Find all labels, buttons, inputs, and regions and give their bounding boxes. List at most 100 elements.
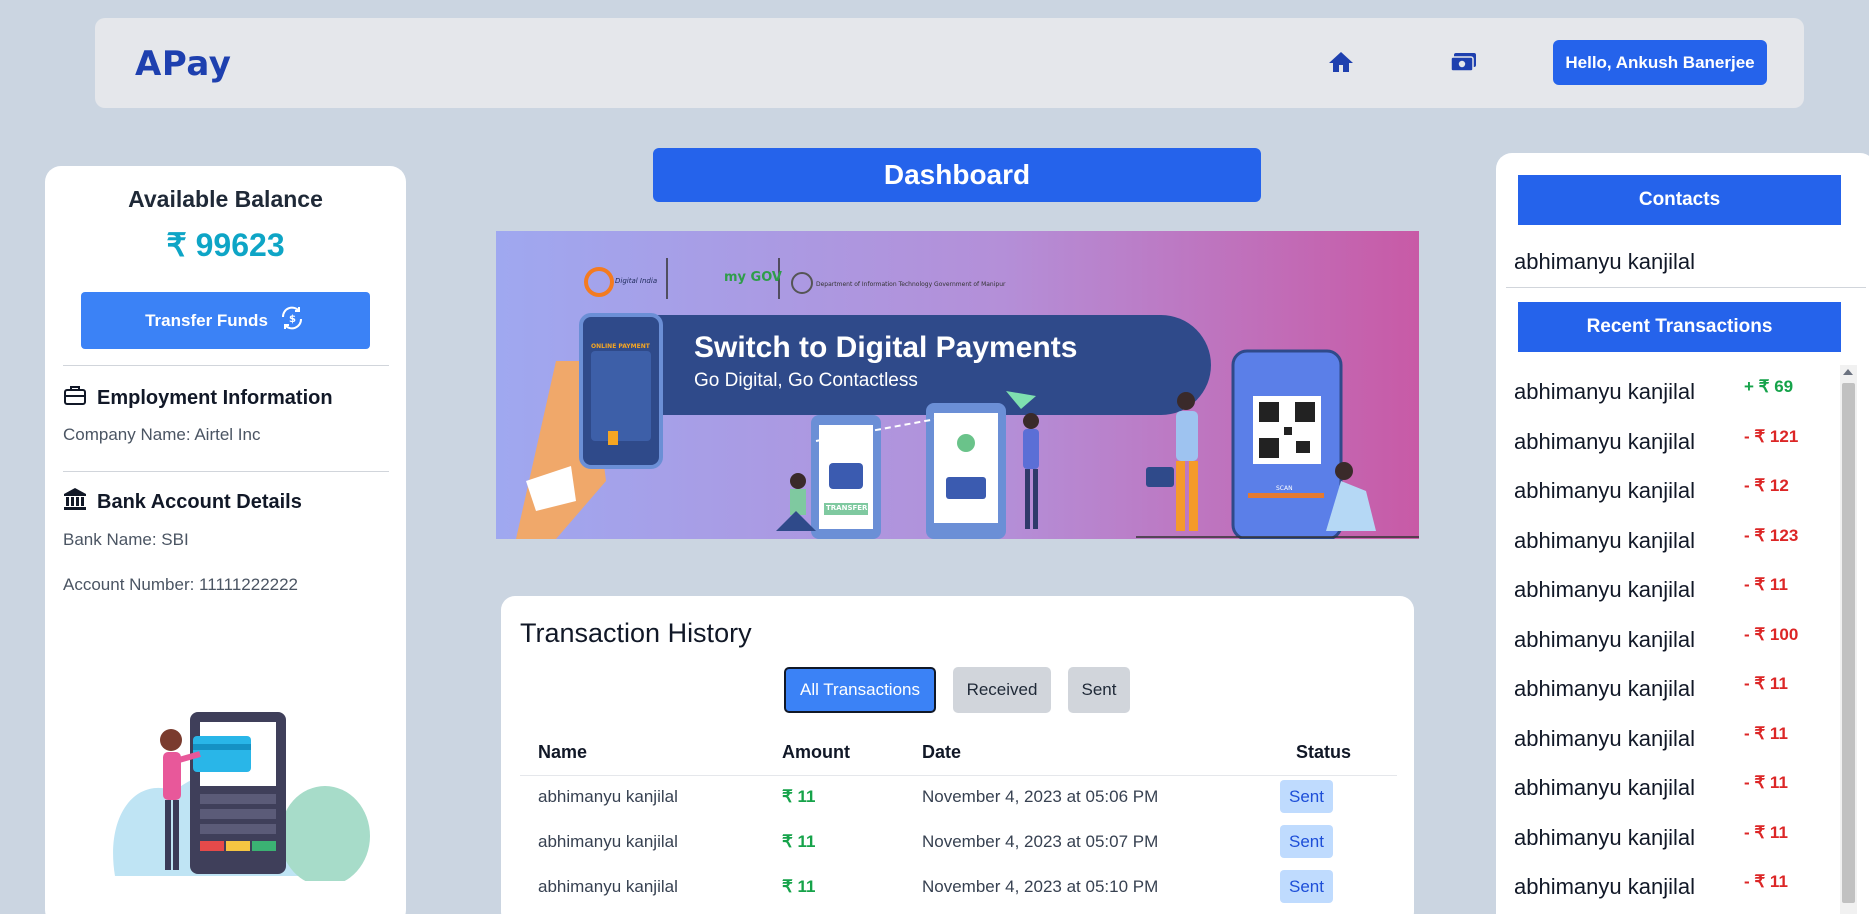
column-header-amount: Amount xyxy=(782,742,850,762)
banner-digital-india-label: Digital India xyxy=(615,277,657,285)
tx-name: abhimanyu kanjilal xyxy=(1514,379,1695,404)
employment-heading: Employment Information xyxy=(63,384,333,412)
recent-transactions-list[interactable]: abhimanyu kanjilal + ₹ 69 abhimanyu kanj… xyxy=(1496,365,1841,914)
divider xyxy=(63,365,389,366)
employment-title: Employment Information xyxy=(97,386,333,409)
filter-sent[interactable]: Sent xyxy=(1068,667,1130,713)
tx-name: abhimanyu kanjilal xyxy=(1514,627,1695,652)
tx-amount: - ₹ 11 xyxy=(1744,674,1788,693)
tx-name: abhimanyu kanjilal xyxy=(1514,726,1695,751)
tx-amount: - ₹ 11 xyxy=(1744,872,1788,891)
tx-amount: - ₹ 123 xyxy=(1744,526,1799,545)
column-header-date: Date xyxy=(922,742,962,762)
list-item[interactable]: abhimanyu kanjilal + ₹ 69 xyxy=(1514,365,1841,415)
money-icon[interactable] xyxy=(1449,50,1481,78)
tx-name: abhimanyu kanjilal xyxy=(1514,676,1695,701)
tx-name: abhimanyu kanjilal xyxy=(1514,577,1695,602)
filter-received[interactable]: Received xyxy=(953,667,1051,713)
balance-value: ₹ 99623 xyxy=(166,227,285,263)
contact-divider xyxy=(1506,287,1866,288)
scroll-thumb[interactable] xyxy=(1842,383,1855,903)
tx-amount: - ₹ 11 xyxy=(1744,823,1788,842)
bank-heading: Bank Account Details xyxy=(63,487,302,517)
recent-transactions-header: Recent Transactions xyxy=(1518,302,1841,352)
list-item[interactable]: abhimanyu kanjilal - ₹ 100 xyxy=(1514,613,1841,663)
table-row[interactable]: abhimanyu kanjilal ₹ 11 November 4, 2023… xyxy=(501,820,1414,864)
bank-title: Bank Account Details xyxy=(97,490,302,513)
account-number: Account Number: 11111222222 xyxy=(63,575,299,594)
tx-amount: + ₹ 69 xyxy=(1744,377,1794,396)
row-amount: ₹ 11 xyxy=(782,832,816,851)
row-amount: ₹ 11 xyxy=(782,877,816,896)
tx-name: abhimanyu kanjilal xyxy=(1514,874,1695,899)
list-item[interactable]: abhimanyu kanjilal - ₹ 11 xyxy=(1514,860,1841,910)
row-name: abhimanyu kanjilal xyxy=(538,787,678,806)
transfer-funds-label: Transfer Funds xyxy=(145,310,268,330)
home-icon[interactable] xyxy=(1328,50,1360,78)
banner-title: Switch to Digital Payments xyxy=(694,331,1078,364)
row-date: November 4, 2023 at 05:07 PM xyxy=(922,832,1159,851)
tx-name: abhimanyu kanjilal xyxy=(1514,825,1695,850)
list-item[interactable]: abhimanyu kanjilal - ₹ 11 xyxy=(1514,761,1841,811)
user-greeting-button[interactable]: Hello, Ankush Banerjee xyxy=(1553,40,1767,85)
svg-text:$: $ xyxy=(289,314,296,325)
transfer-funds-button[interactable]: Transfer Funds $ xyxy=(81,292,370,349)
column-header-name: Name xyxy=(538,742,588,762)
row-name: abhimanyu kanjilal xyxy=(538,832,678,851)
contact-item[interactable]: abhimanyu kanjilal xyxy=(1514,249,1695,275)
list-item[interactable]: abhimanyu kanjilal - ₹ 123 xyxy=(1514,514,1841,564)
table-row[interactable]: abhimanyu kanjilal ₹ 11 November 4, 2023… xyxy=(501,865,1414,909)
banner-subtitle: Go Digital, Go Contactless xyxy=(694,370,918,391)
payment-terminal-illustration xyxy=(105,696,385,886)
balance-title: Available Balance xyxy=(128,186,323,212)
row-name: abhimanyu kanjilal xyxy=(538,877,678,896)
banner-transfer-label: TRANSFER xyxy=(826,504,868,512)
tx-name: abhimanyu kanjilal xyxy=(1514,429,1695,454)
transactions-scrollbar[interactable] xyxy=(1840,365,1857,914)
list-item[interactable]: abhimanyu kanjilal - ₹ 11 xyxy=(1514,662,1841,712)
column-header-status: Status xyxy=(1296,742,1352,762)
tx-amount: - ₹ 11 xyxy=(1744,724,1788,743)
digital-payments-banner: ONLINE PAYMENT TRANSFER SCAN Digital Ind… xyxy=(496,231,1419,539)
transaction-history-card: Transaction History All Transactions Rec… xyxy=(501,596,1414,914)
contacts-header: Contacts xyxy=(1518,175,1841,225)
list-item[interactable]: abhimanyu kanjilal - ₹ 11 xyxy=(1514,563,1841,613)
banner-mygov-label: my GOV xyxy=(724,270,782,285)
company-name: Company Name: Airtel Inc xyxy=(63,425,261,444)
status-badge: Sent xyxy=(1280,870,1333,903)
tx-amount: - ₹ 100 xyxy=(1744,625,1799,644)
row-date: November 4, 2023 at 05:06 PM xyxy=(922,787,1159,806)
table-row[interactable]: abhimanyu kanjilal ₹ 11 November 4, 2023… xyxy=(501,775,1414,819)
list-item[interactable]: abhimanyu kanjilal - ₹ 11 xyxy=(1514,811,1841,861)
transfer-sync-icon: $ xyxy=(278,304,306,337)
briefcase-icon xyxy=(63,384,87,412)
scroll-up-arrow-icon[interactable] xyxy=(1843,369,1853,375)
banner-dept-label: Department of Information Technology Gov… xyxy=(816,281,1006,288)
tx-name: abhimanyu kanjilal xyxy=(1514,775,1695,800)
tx-amount: - ₹ 121 xyxy=(1744,427,1799,446)
history-title: Transaction History xyxy=(520,618,752,648)
list-item[interactable]: abhimanyu kanjilal - ₹ 12 xyxy=(1514,464,1841,514)
filter-all-transactions[interactable]: All Transactions xyxy=(784,667,936,713)
row-amount: ₹ 11 xyxy=(782,787,816,806)
brand-logo[interactable]: APay xyxy=(135,44,231,84)
tx-name: abhimanyu kanjilal xyxy=(1514,528,1695,553)
list-item[interactable]: abhimanyu kanjilal - ₹ 11 xyxy=(1514,712,1841,762)
tx-amount: - ₹ 11 xyxy=(1744,773,1788,792)
list-item[interactable]: abhimanyu kanjilal - ₹ 121 xyxy=(1514,415,1841,465)
tx-name: abhimanyu kanjilal xyxy=(1514,478,1695,503)
account-panel: Available Balance ₹ 99623 Transfer Funds… xyxy=(45,166,406,914)
banner-online-payment-label: ONLINE PAYMENT xyxy=(591,343,651,350)
tx-amount: - ₹ 12 xyxy=(1744,476,1789,495)
dashboard-button[interactable]: Dashboard xyxy=(653,148,1261,202)
divider xyxy=(63,471,389,472)
status-badge: Sent xyxy=(1280,825,1333,858)
bank-name: Bank Name: SBI xyxy=(63,530,189,549)
banner-scan-label: SCAN xyxy=(1276,485,1293,492)
navbar: APay Hello, Ankush Banerjee xyxy=(95,18,1804,108)
status-badge: Sent xyxy=(1280,780,1333,813)
contacts-panel: Contacts abhimanyu kanjilal Recent Trans… xyxy=(1496,153,1869,914)
row-date: November 4, 2023 at 05:10 PM xyxy=(922,877,1159,896)
bank-icon xyxy=(63,487,87,517)
tx-amount: - ₹ 11 xyxy=(1744,575,1788,594)
